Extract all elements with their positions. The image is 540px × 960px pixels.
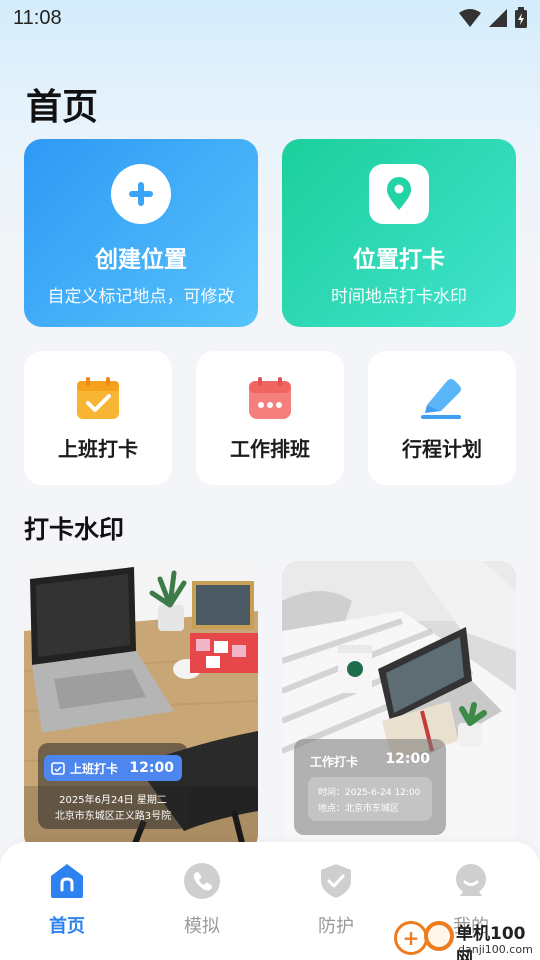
create-location-title: 创建位置 <box>95 247 187 273</box>
work-schedule-label: 工作排班 <box>230 437 310 461</box>
status-time: 11:08 <box>13 7 62 29</box>
battery-icon <box>515 7 527 28</box>
watermark-overlay-1: 上班打卡 12:00 2025年6月24日 星期二 北京市东城区正义路3号院 <box>38 743 188 829</box>
page-title: 首页 <box>26 87 99 128</box>
tab-home-label: 首页 <box>49 916 85 937</box>
status-icons <box>458 7 528 29</box>
plus-icon <box>111 164 171 224</box>
watermark-place-line-2: 地点：北京市东城区 <box>318 804 400 814</box>
user-face-icon <box>452 862 490 900</box>
watermark-date-1: 2025年6月24日 星期二 <box>59 795 167 806</box>
tab-simulate[interactable]: 模拟 <box>162 862 242 938</box>
site-watermark-logo: + 单机100网 danji100.com <box>392 918 540 960</box>
watermark-template-card-2[interactable]: 工作打卡 12:00 时间：2025-6-24 12:00 地点：北京市东城区 <box>282 561 516 851</box>
calendar-check-icon <box>74 375 122 421</box>
tab-protect[interactable]: 防护 <box>296 862 376 938</box>
work-checkin-card[interactable]: 上班打卡 <box>24 351 172 485</box>
location-checkin-card[interactable]: 位置打卡 时间地点打卡水印 <box>282 139 516 327</box>
create-location-subtitle: 自定义标记地点，可修改 <box>47 287 235 307</box>
tab-home[interactable]: 首页 <box>27 862 107 938</box>
location-checkin-title: 位置打卡 <box>353 247 445 273</box>
trip-plan-label: 行程计划 <box>402 437 482 461</box>
work-schedule-card[interactable]: 工作排班 <box>196 351 344 485</box>
location-pin-icon <box>369 164 429 224</box>
status-bar: 11:08 <box>0 0 540 36</box>
watermark-template-card-1[interactable]: 上班打卡 12:00 2025年6月24日 星期二 北京市东城区正义路3号院 <box>24 561 258 851</box>
section-title-watermark: 打卡水印 <box>24 515 125 544</box>
tab-simulate-label: 模拟 <box>184 916 220 937</box>
watermark-title-1: 上班打卡 <box>70 761 119 776</box>
signal-icon <box>489 9 507 27</box>
shield-icon <box>317 862 355 900</box>
logo-ring-icon <box>424 921 454 951</box>
phone-icon <box>183 862 221 900</box>
create-location-card[interactable]: 创建位置 自定义标记地点，可修改 <box>24 139 258 327</box>
watermark-time-1: 12:00 <box>129 760 174 776</box>
location-checkin-subtitle: 时间地点打卡水印 <box>331 287 467 307</box>
logo-url: danji100.com <box>458 943 533 956</box>
watermark-address-1: 北京市东城区正义路3号院 <box>54 811 172 822</box>
wifi-icon <box>459 9 481 27</box>
watermark-time-line-2: 时间：2025-6-24 12:00 <box>318 788 421 798</box>
logo-plus-icon: + <box>394 921 428 955</box>
work-checkin-label: 上班打卡 <box>58 437 138 461</box>
watermark-title-2: 工作打卡 <box>310 755 359 769</box>
trip-plan-card[interactable]: 行程计划 <box>368 351 516 485</box>
tab-protect-label: 防护 <box>318 916 354 937</box>
watermark-info-box-2: 时间：2025-6-24 12:00 地点：北京市东城区 <box>308 777 432 821</box>
watermark-header-1: 上班打卡 12:00 <box>44 755 182 781</box>
watermark-overlay-2: 工作打卡 12:00 时间：2025-6-24 12:00 地点：北京市东城区 <box>294 739 446 835</box>
watermark-time-2: 12:00 <box>385 751 430 767</box>
home-icon <box>48 862 86 900</box>
calendar-dots-icon <box>246 375 294 421</box>
edit-pen-icon <box>418 375 466 421</box>
calendar-small-icon <box>51 762 65 775</box>
